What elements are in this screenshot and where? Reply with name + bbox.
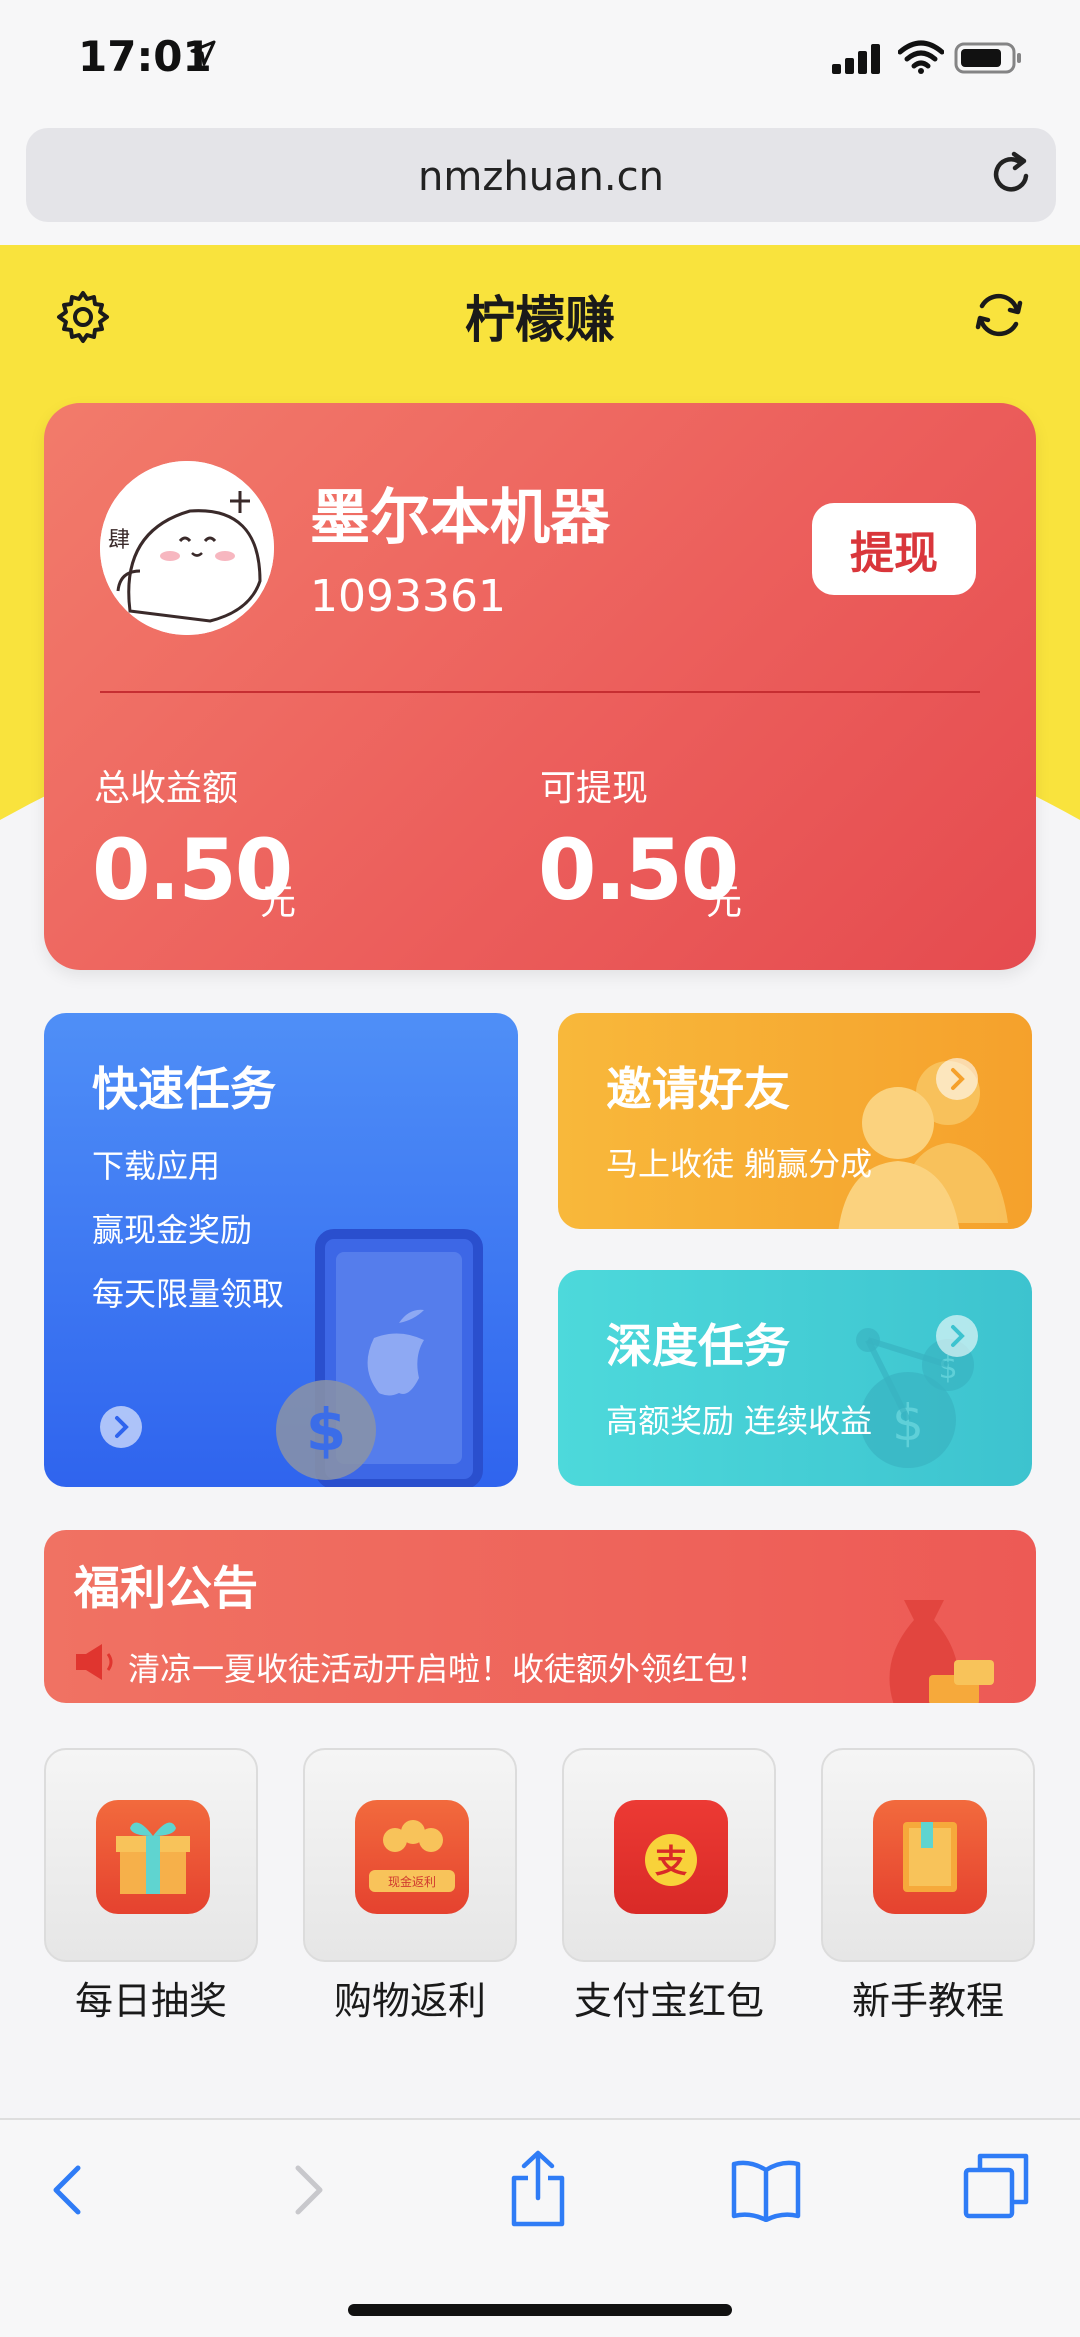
network-coin-icon: $ $	[856, 1328, 974, 1468]
cellular-signal-icon	[832, 44, 880, 74]
alipay-icon: 支	[614, 1800, 728, 1914]
bookmarks-icon[interactable]	[730, 2158, 802, 2222]
beginner-tutorial-button[interactable]	[821, 1748, 1035, 1962]
battery-icon	[954, 42, 1021, 74]
shopping-rebate-label: 购物返利	[333, 1979, 486, 2023]
location-arrow-icon	[190, 40, 216, 66]
notice-title: 福利公告	[74, 1561, 258, 1615]
red-envelope-icon: 现金返利	[355, 1800, 469, 1914]
withdraw-button[interactable]: 提现	[812, 503, 976, 595]
reload-icon[interactable]	[988, 150, 1036, 198]
avatar[interactable]: 肆	[100, 461, 274, 635]
shopping-rebate-button[interactable]: 现金返利	[303, 1748, 517, 1962]
url-text[interactable]: nmzhuan.cn	[26, 154, 1056, 200]
profile-card: 肆 墨尔本机器 1093361 提现 总收益额 0.50 元 可提现 0.50 …	[44, 403, 1036, 970]
invite-arrow-icon[interactable]	[936, 1058, 978, 1100]
available-unit: 元	[706, 882, 743, 923]
book-icon	[873, 1800, 987, 1914]
speaker-icon	[76, 1644, 113, 1680]
svg-text:肆: 肆	[108, 528, 130, 553]
deep-task-title: 深度任务	[606, 1319, 790, 1373]
gift-icon	[96, 1800, 210, 1914]
home-indicator	[348, 2304, 732, 2316]
invite-friends-card[interactable]: 邀请好友 马上收徒 躺赢分成	[558, 1013, 1032, 1229]
quick-task-line: 每天限量领取	[92, 1275, 285, 1313]
avatar-cartoon-image: 肆	[100, 461, 274, 635]
page-title: 柠檬赚	[465, 291, 615, 349]
daily-lottery-button[interactable]	[44, 1748, 258, 1962]
username: 墨尔本机器	[310, 483, 610, 553]
deep-task-arrow-icon[interactable]	[936, 1315, 978, 1357]
back-icon[interactable]	[44, 2160, 94, 2220]
quick-task-line: 下载应用	[92, 1147, 221, 1185]
deep-task-subtitle: 高额奖励 连续收益	[606, 1402, 873, 1440]
browser-address-area: nmzhuan.cn	[0, 120, 1080, 245]
address-bar[interactable]: nmzhuan.cn	[26, 128, 1056, 222]
total-earnings-unit: 元	[260, 882, 297, 923]
invite-subtitle: 马上收徒 躺赢分成	[606, 1145, 873, 1183]
tabs-icon[interactable]	[962, 2152, 1032, 2222]
share-icon[interactable]	[508, 2150, 568, 2228]
refresh-icon[interactable]	[972, 288, 1026, 342]
available-label: 可提现	[540, 768, 649, 809]
alipay-redpacket-button[interactable]: 支	[562, 1748, 776, 1962]
quick-task-arrow-icon[interactable]	[100, 1406, 142, 1448]
alipay-glyph: 支	[655, 1842, 687, 1880]
quick-task-card[interactable]: 快速任务 下载应用 赢现金奖励 每天限量领取 $	[44, 1013, 518, 1487]
status-bar: 17:01	[0, 0, 1080, 120]
card-divider	[100, 691, 980, 693]
money-bag-icon	[889, 1600, 994, 1703]
daily-lottery-label: 每日抽奖	[74, 1979, 227, 2023]
total-earnings-label: 总收益额	[94, 768, 239, 809]
beginner-tutorial-label: 新手教程	[851, 1979, 1004, 2023]
quick-task-line: 赢现金奖励	[92, 1211, 253, 1249]
welfare-announcement[interactable]: 福利公告 清凉一夏收徒活动开启啦！收徒额外领红包！	[44, 1530, 1036, 1703]
rebate-badge-text: 现金返利	[388, 1874, 436, 1889]
notice-text: 清凉一夏收徒活动开启啦！收徒额外领红包！	[128, 1650, 769, 1688]
forward-icon[interactable]	[282, 2160, 332, 2220]
dollar-coin-icon: $	[276, 1380, 376, 1480]
quick-task-title: 快速任务	[92, 1062, 276, 1116]
invite-title: 邀请好友	[606, 1062, 790, 1116]
alipay-redpacket-label: 支付宝红包	[573, 1979, 764, 2023]
svg-text:$: $	[306, 1396, 346, 1464]
wifi-icon	[898, 40, 944, 74]
deep-task-card[interactable]: $ $ 深度任务 高额奖励 连续收益	[558, 1270, 1032, 1486]
user-id: 1093361	[310, 571, 506, 622]
